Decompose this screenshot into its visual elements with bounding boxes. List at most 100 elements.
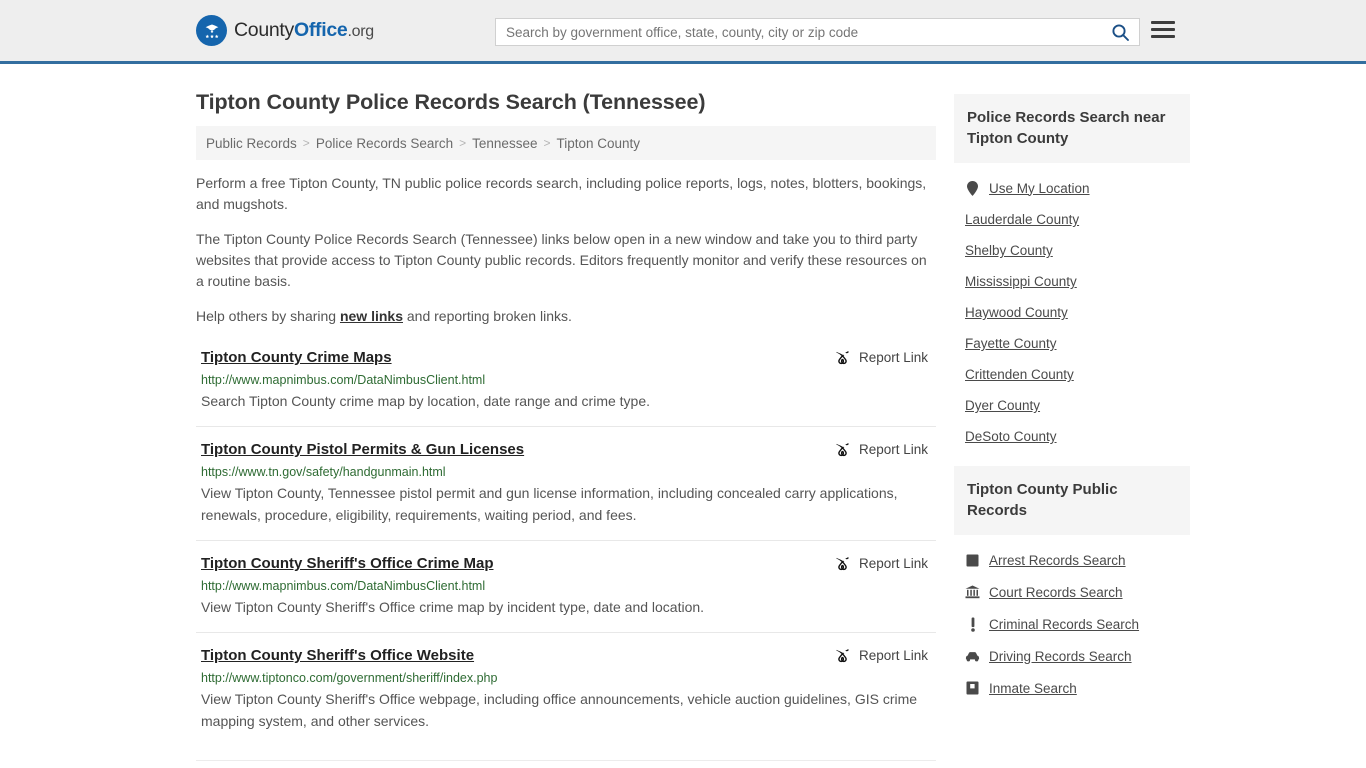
sidebar-item-driving-records-search[interactable]: Driving Records Search: [954, 640, 1190, 672]
report-link-button[interactable]: Report Link: [834, 441, 936, 458]
sidebar-item-desoto-county[interactable]: DeSoto County: [954, 421, 1190, 452]
site-header: CountyOffice.org: [0, 0, 1366, 64]
hamburger-bar-3: [1151, 35, 1175, 38]
search-bar[interactable]: [495, 18, 1140, 46]
hamburger-bar-1: [1151, 21, 1175, 24]
listing-url: http://www.tiptonco.com/government/sheri…: [201, 671, 498, 685]
listing-title-link[interactable]: Tipton County Sheriff's Office Website: [196, 646, 474, 665]
panel-nearby-counties: Police Records Search near Tipton County…: [954, 94, 1190, 452]
listing-header: Tipton County Sheriff's Office Website R…: [196, 646, 936, 665]
map-pin-icon: [965, 180, 980, 196]
breadcrumb-item-tipton-county[interactable]: Tipton County: [556, 136, 640, 151]
intro-p3-after: and reporting broken links.: [403, 308, 572, 324]
panel-title: Tipton County Public Records: [954, 466, 1190, 535]
report-link-button[interactable]: Report Link: [834, 349, 936, 366]
listing-title-link[interactable]: Tipton County Pistol Permits & Gun Licen…: [196, 440, 524, 459]
sidebar-link-label[interactable]: Crittenden County: [965, 367, 1074, 382]
intro-text: Perform a free Tipton County, TN public …: [196, 173, 936, 327]
report-link-label: Report Link: [858, 648, 928, 663]
sidebar-link-label[interactable]: DeSoto County: [965, 429, 1057, 444]
hamburger-menu-icon[interactable]: [1151, 21, 1175, 38]
sidebar-item-arrest-records-search[interactable]: Arrest Records Search: [954, 544, 1190, 576]
hamburger-bar-2: [1151, 28, 1175, 31]
list-item: Tipton County Sheriff's Office Website R…: [196, 646, 936, 746]
car-icon: [965, 648, 980, 664]
sidebar-item-mississippi-county[interactable]: Mississippi County: [954, 266, 1190, 297]
sidebar-item-court-records-search[interactable]: Court Records Search: [954, 576, 1190, 608]
sidebar-item-crittenden-county[interactable]: Crittenden County: [954, 359, 1190, 390]
broken-link-icon: [835, 555, 849, 571]
listing-header: Tipton County Crime Maps Report Link: [196, 348, 936, 367]
broken-link-icon: [835, 647, 849, 663]
listing-url: http://www.mapnimbus.com/DataNimbusClien…: [201, 373, 486, 387]
list-item: Tipton County Sheriff's Office Crime Map…: [196, 554, 936, 633]
broken-link-icon: [835, 349, 849, 365]
search-icon: [1111, 23, 1129, 41]
list-item: Tipton County Crime Maps Report Link htt…: [196, 348, 936, 427]
sidebar-item-use-my-location[interactable]: Use My Location: [954, 172, 1190, 204]
fingerprint-icon: [965, 552, 980, 568]
intro-paragraph-3: Help others by sharing new links and rep…: [196, 306, 936, 327]
report-link-button[interactable]: Report Link: [834, 647, 936, 664]
intro-p3-before: Help others by sharing: [196, 308, 340, 324]
sidebar-item-dyer-county[interactable]: Dyer County: [954, 390, 1190, 421]
intro-paragraph-2: The Tipton County Police Records Search …: [196, 231, 927, 289]
listing-url: https://www.tn.gov/safety/handgunmain.ht…: [201, 465, 446, 479]
listing-header: Tipton County Pistol Permits & Gun Licen…: [196, 440, 936, 459]
listing-description: View Tipton County, Tennessee pistol per…: [201, 485, 898, 523]
sidebar-item-haywood-county[interactable]: Haywood County: [954, 297, 1190, 328]
sidebar-link-label[interactable]: Court Records Search: [989, 585, 1123, 600]
sidebar-item-criminal-records-search[interactable]: Criminal Records Search: [954, 608, 1190, 640]
logo-text-org: .org: [347, 23, 374, 40]
sidebar-link-label[interactable]: Mississippi County: [965, 274, 1077, 289]
sidebar-link-label[interactable]: Lauderdale County: [965, 212, 1079, 227]
eagle-seal-icon: [196, 15, 227, 46]
site-logo[interactable]: CountyOffice.org: [196, 15, 374, 46]
sidebar-item-lauderdale-county[interactable]: Lauderdale County: [954, 204, 1190, 235]
breadcrumb-item-police-records-search[interactable]: Police Records Search: [316, 136, 453, 151]
page-body: Tipton County Police Records Search (Ten…: [0, 64, 1366, 759]
listing-title-link[interactable]: Tipton County Crime Maps: [196, 348, 392, 367]
page-bottom-divider: [196, 760, 936, 761]
listing-url: http://www.mapnimbus.com/DataNimbusClien…: [201, 579, 486, 593]
panel-list: Arrest Records Search Court Records Sear…: [954, 535, 1190, 704]
panel-list: Use My Location Lauderdale County Shelby…: [954, 163, 1190, 452]
sidebar-link-label[interactable]: Criminal Records Search: [989, 617, 1139, 632]
sidebar-link-label[interactable]: Dyer County: [965, 398, 1040, 413]
breadcrumb-item-tennessee[interactable]: Tennessee: [472, 136, 537, 151]
site-logo-text: CountyOffice.org: [234, 19, 374, 42]
page-title: Tipton County Police Records Search (Ten…: [196, 90, 706, 114]
results-list: Tipton County Crime Maps Report Link htt…: [196, 348, 936, 746]
sidebar-item-inmate-search[interactable]: Inmate Search: [954, 672, 1190, 704]
sidebar-link-label[interactable]: Haywood County: [965, 305, 1068, 320]
breadcrumb-separator: >: [302, 136, 310, 150]
sidebar-link-label[interactable]: Driving Records Search: [989, 649, 1132, 664]
sidebar-link-label[interactable]: Use My Location: [989, 181, 1090, 196]
sidebar-link-label[interactable]: Shelby County: [965, 243, 1053, 258]
sidebar-link-label[interactable]: Arrest Records Search: [989, 553, 1126, 568]
report-link-button[interactable]: Report Link: [834, 555, 936, 572]
list-item: Tipton County Pistol Permits & Gun Licen…: [196, 440, 936, 541]
breadcrumb: Public Records > Police Records Search >…: [196, 126, 936, 160]
search-button[interactable]: [1101, 19, 1139, 45]
listing-header: Tipton County Sheriff's Office Crime Map…: [196, 554, 936, 573]
breadcrumb-separator: >: [543, 136, 551, 150]
listing-description: View Tipton County Sheriff's Office crim…: [201, 599, 705, 615]
jail-icon: [965, 680, 980, 696]
broken-link-icon: [835, 441, 849, 457]
report-link-label: Report Link: [858, 556, 928, 571]
listing-description: View Tipton County Sheriff's Office webp…: [201, 691, 918, 729]
sidebar-link-label[interactable]: Fayette County: [965, 336, 1057, 351]
sidebar-item-fayette-county[interactable]: Fayette County: [954, 328, 1190, 359]
search-input[interactable]: [496, 19, 1101, 45]
report-link-label: Report Link: [858, 442, 928, 457]
sidebar: Police Records Search near Tipton County…: [954, 64, 1190, 718]
new-links-link[interactable]: new links: [340, 308, 403, 324]
breadcrumb-item-public-records[interactable]: Public Records: [206, 136, 297, 151]
listing-description: Search Tipton County crime map by locati…: [201, 393, 651, 409]
courthouse-icon: [965, 584, 980, 600]
sidebar-item-shelby-county[interactable]: Shelby County: [954, 235, 1190, 266]
intro-paragraph-1: Perform a free Tipton County, TN public …: [196, 175, 927, 212]
sidebar-link-label[interactable]: Inmate Search: [989, 681, 1077, 696]
listing-title-link[interactable]: Tipton County Sheriff's Office Crime Map: [196, 554, 493, 573]
